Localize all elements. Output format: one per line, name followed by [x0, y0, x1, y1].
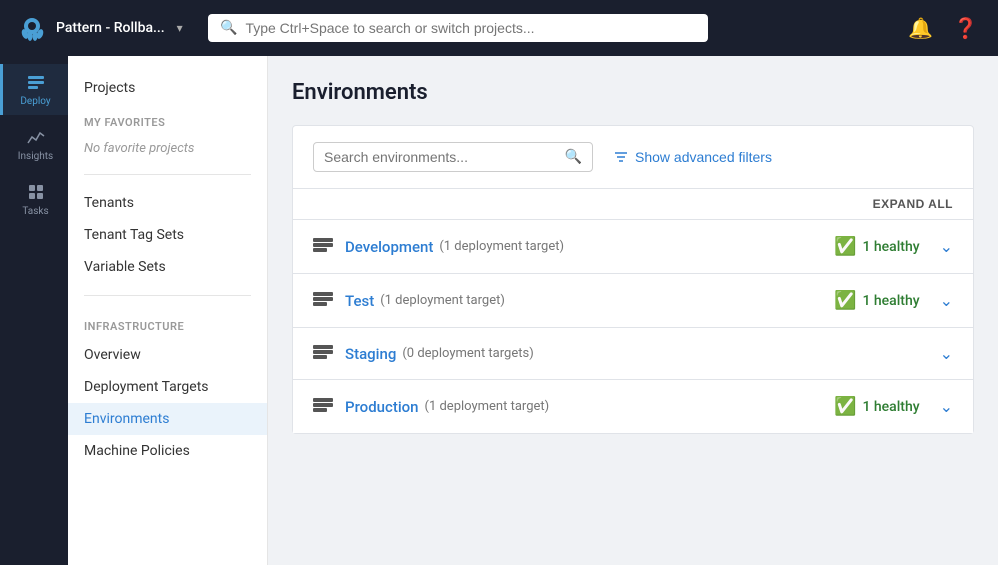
help-button[interactable]: ❓	[949, 12, 982, 45]
expand-all-row: EXPAND ALL	[293, 189, 973, 220]
env-row-production: Production (1 deployment target) ✅ 1 hea…	[293, 380, 973, 433]
env-row-staging: Staging (0 deployment targets) ⌄	[293, 328, 973, 380]
env-row-icon-production	[313, 398, 333, 416]
env-status-label-production: 1 healthy	[862, 399, 919, 415]
env-chevron-test[interactable]: ⌄	[940, 291, 953, 310]
insights-label: Insights	[18, 151, 53, 162]
env-name-test[interactable]: Test	[345, 292, 374, 310]
main-content: Environments 🔍 Show advanced filters	[268, 56, 998, 565]
env-row-test: Test (1 deployment target) ✅ 1 healthy ⌄	[293, 274, 973, 328]
sidebar-icon-deploy[interactable]: Deploy	[0, 64, 68, 115]
brand-section: Pattern - Rollba... ▾	[16, 12, 196, 44]
env-name-staging[interactable]: Staging	[345, 345, 396, 363]
env-count-staging: (0 deployment targets)	[402, 346, 533, 361]
deploy-icon	[26, 72, 46, 92]
global-search-bar[interactable]: 🔍	[208, 14, 708, 42]
sidebar-icon-insights[interactable]: Insights	[0, 119, 68, 170]
env-search-icon: 🔍	[565, 149, 582, 165]
env-name-production[interactable]: Production	[345, 398, 419, 416]
nav-item-environments[interactable]: Environments	[68, 403, 267, 435]
env-row-icon-development	[313, 238, 333, 256]
env-count-test: (1 deployment target)	[380, 293, 505, 308]
sidebar-icon-rail: Deploy Insights Tasks	[0, 56, 68, 565]
global-search-icon: 🔍	[220, 20, 237, 36]
env-row-development: Development (1 deployment target) ✅ 1 he…	[293, 220, 973, 274]
insights-icon	[26, 127, 46, 147]
global-search-input[interactable]	[245, 20, 696, 36]
nav-item-variable-sets[interactable]: Variable Sets	[68, 251, 267, 283]
brand-logo-icon	[16, 12, 48, 44]
env-status-check-production: ✅	[834, 396, 856, 417]
app-body: Deploy Insights Tasks Projects MY FAVORI…	[0, 56, 998, 565]
nav-item-overview[interactable]: Overview	[68, 339, 267, 371]
environments-panel: 🔍 Show advanced filters EXPAND ALL	[292, 125, 974, 434]
filter-icon	[613, 149, 629, 165]
page-title: Environments	[292, 80, 974, 105]
env-chevron-development[interactable]: ⌄	[940, 237, 953, 256]
env-status-label-development: 1 healthy	[862, 239, 919, 255]
brand-name-text: Pattern - Rollba...	[56, 20, 165, 36]
nav-item-projects[interactable]: Projects	[68, 72, 267, 104]
tasks-label: Tasks	[22, 206, 48, 217]
env-row-icon-staging	[313, 345, 333, 363]
env-status-production: ✅ 1 healthy	[834, 396, 920, 417]
nav-divider-1	[84, 174, 251, 175]
env-search-wrapper[interactable]: 🔍	[313, 142, 593, 172]
env-name-development[interactable]: Development	[345, 238, 433, 256]
nav-item-tenants[interactable]: Tenants	[68, 187, 267, 219]
env-status-check-test: ✅	[834, 290, 856, 311]
advanced-filters-label: Show advanced filters	[635, 149, 772, 165]
deploy-label: Deploy	[20, 96, 50, 107]
sidebar-nav: Projects MY FAVORITES No favorite projec…	[68, 56, 268, 565]
env-chevron-staging[interactable]: ⌄	[940, 344, 953, 363]
env-count-production: (1 deployment target)	[425, 399, 550, 414]
env-status-label-test: 1 healthy	[862, 293, 919, 309]
sidebar-icon-tasks[interactable]: Tasks	[0, 174, 68, 225]
env-status-development: ✅ 1 healthy	[834, 236, 920, 257]
env-search-input[interactable]	[324, 149, 557, 165]
app-header: Pattern - Rollba... ▾ 🔍 🔔 ❓	[0, 0, 998, 56]
filter-bar: 🔍 Show advanced filters	[293, 126, 973, 189]
brand-chevron-icon[interactable]: ▾	[177, 21, 183, 35]
env-status-test: ✅ 1 healthy	[834, 290, 920, 311]
env-chevron-production[interactable]: ⌄	[940, 397, 953, 416]
header-actions: 🔔 ❓	[904, 12, 982, 45]
tasks-icon	[26, 182, 46, 202]
env-count-development: (1 deployment target)	[439, 239, 564, 254]
env-row-icon-test	[313, 292, 333, 310]
nav-item-deployment-targets[interactable]: Deployment Targets	[68, 371, 267, 403]
nav-infrastructure-title: INFRASTRUCTURE	[68, 308, 267, 339]
env-status-check-development: ✅	[834, 236, 856, 257]
expand-all-button[interactable]: EXPAND ALL	[873, 197, 953, 211]
notifications-button[interactable]: 🔔	[904, 12, 937, 45]
nav-item-tenant-tag-sets[interactable]: Tenant Tag Sets	[68, 219, 267, 251]
nav-divider-2	[84, 295, 251, 296]
nav-favorites-title: MY FAVORITES	[68, 104, 267, 135]
nav-favorites-empty: No favorite projects	[68, 135, 267, 162]
nav-item-machine-policies[interactable]: Machine Policies	[68, 435, 267, 467]
advanced-filters-button[interactable]: Show advanced filters	[605, 145, 780, 169]
